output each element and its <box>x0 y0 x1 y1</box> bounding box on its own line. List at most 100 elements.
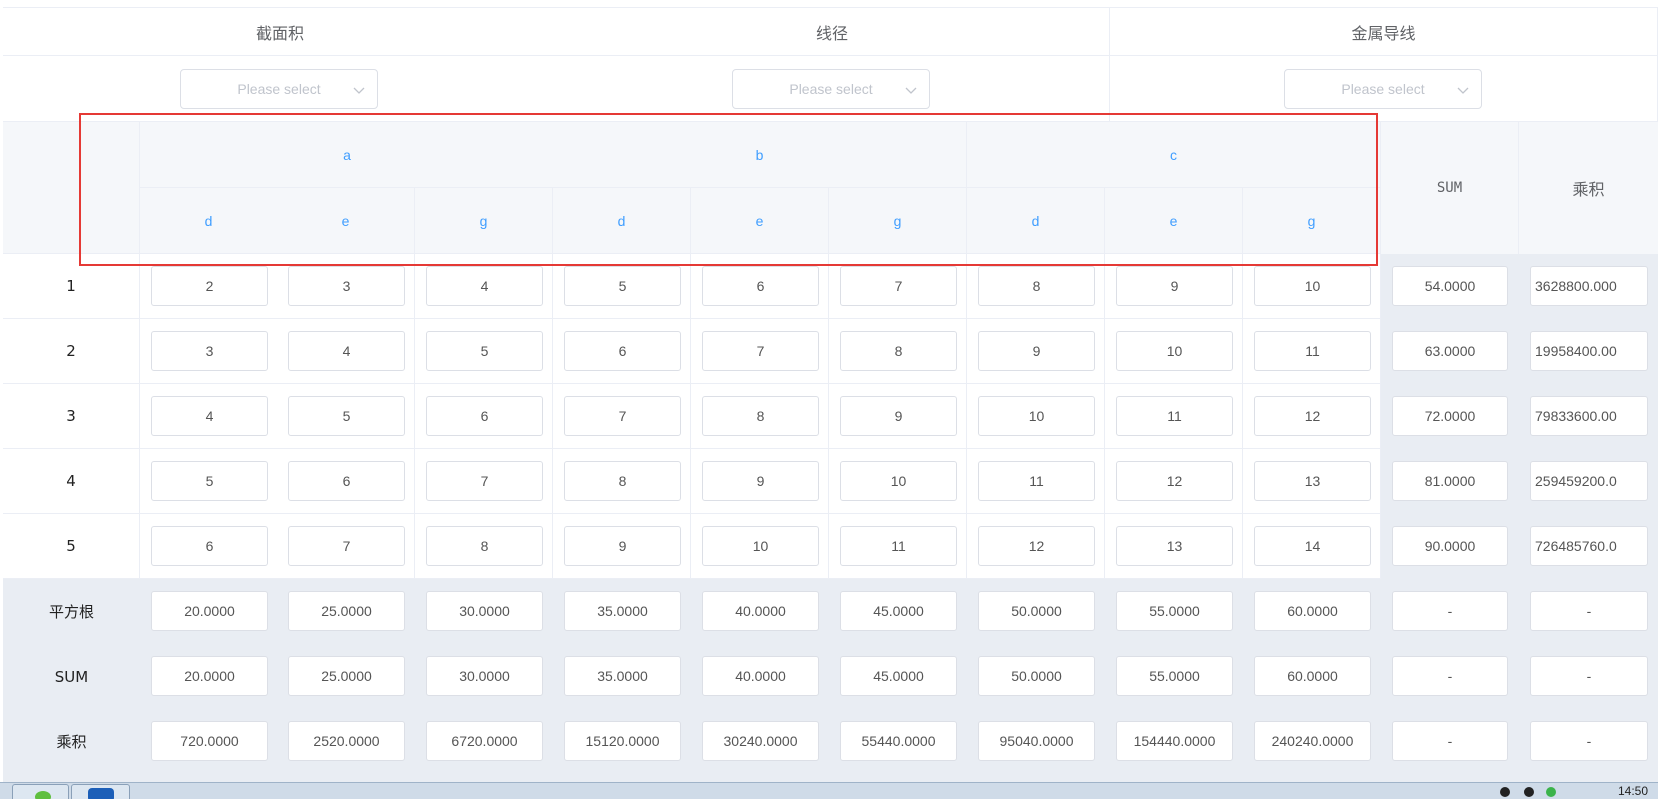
value-input[interactable]: 2 <box>151 266 268 306</box>
row-number: 5 <box>3 514 140 579</box>
summary-value: 40.0000 <box>702 591 819 631</box>
app-icon <box>88 788 114 799</box>
value-input[interactable]: 8 <box>702 396 819 436</box>
value-input[interactable]: 6 <box>151 526 268 566</box>
filter-select[interactable]: Please select <box>180 69 378 109</box>
sub-header: g <box>829 188 967 254</box>
value-input[interactable]: 7 <box>426 461 543 501</box>
product-column-header: 乘积 <box>1519 122 1658 254</box>
row-number: 3 <box>3 384 140 449</box>
sum-column-header: SUM <box>1381 122 1519 254</box>
value-input[interactable]: 7 <box>840 266 957 306</box>
product-value: 79833600.00 <box>1530 396 1648 436</box>
value-input[interactable]: 12 <box>1254 396 1371 436</box>
value-input[interactable]: 12 <box>978 526 1095 566</box>
header-corner <box>3 122 140 254</box>
filter-select[interactable]: Please select <box>1284 69 1482 109</box>
value-input[interactable]: 8 <box>564 461 681 501</box>
value-input[interactable]: 4 <box>426 266 543 306</box>
value-input[interactable]: 9 <box>564 526 681 566</box>
value-input[interactable]: 9 <box>840 396 957 436</box>
sub-header: g <box>415 188 553 254</box>
group-header: b <box>553 122 967 188</box>
summary-value: 25.0000 <box>288 656 405 696</box>
select-placeholder: Please select <box>1341 81 1425 97</box>
value-input[interactable]: 6 <box>426 396 543 436</box>
row-number: 1 <box>3 254 140 319</box>
value-input[interactable]: 11 <box>1254 331 1371 371</box>
value-input[interactable]: 7 <box>564 396 681 436</box>
value-input[interactable]: 4 <box>288 331 405 371</box>
sub-header: d <box>553 188 691 254</box>
group-header: a <box>140 122 555 188</box>
product-value: 3628800.000 <box>1530 266 1648 306</box>
tray-icon-2 <box>1524 787 1534 797</box>
value-input[interactable]: 11 <box>978 461 1095 501</box>
value-input[interactable]: 10 <box>840 461 957 501</box>
row-number: 2 <box>3 319 140 384</box>
value-input[interactable]: 6 <box>702 266 819 306</box>
value-input[interactable]: 3 <box>151 331 268 371</box>
summary-row-label: 平方根 <box>3 579 140 644</box>
value-input[interactable]: 5 <box>151 461 268 501</box>
filter-select[interactable]: Please select <box>732 69 930 109</box>
value-input[interactable]: 10 <box>702 526 819 566</box>
taskbar-app-button[interactable] <box>71 784 130 799</box>
sub-header: e <box>277 188 415 254</box>
wechat-icon <box>35 791 51 799</box>
summary-value: 30240.0000 <box>702 721 819 761</box>
tray-icon-1 <box>1500 787 1510 797</box>
summary-value: 45.0000 <box>840 591 957 631</box>
summary-value: 35.0000 <box>564 591 681 631</box>
value-input[interactable]: 7 <box>702 331 819 371</box>
value-input[interactable]: 6 <box>564 331 681 371</box>
value-input[interactable]: 5 <box>426 331 543 371</box>
summary-value: 154440.0000 <box>1116 721 1233 761</box>
value-input[interactable]: 11 <box>840 526 957 566</box>
value-input[interactable]: 13 <box>1254 461 1371 501</box>
summary-value: 30.0000 <box>426 591 543 631</box>
value-input[interactable]: 9 <box>1116 266 1233 306</box>
value-input[interactable]: 10 <box>1254 266 1371 306</box>
summary-sum-value: - <box>1392 721 1508 761</box>
sum-value: 54.0000 <box>1392 266 1508 306</box>
value-input[interactable]: 3 <box>288 266 405 306</box>
value-input[interactable]: 14 <box>1254 526 1371 566</box>
value-input[interactable]: 7 <box>288 526 405 566</box>
value-input[interactable]: 8 <box>840 331 957 371</box>
summary-value: 20.0000 <box>151 656 268 696</box>
value-input[interactable]: 4 <box>151 396 268 436</box>
sum-value: 90.0000 <box>1392 526 1508 566</box>
summary-value: 30.0000 <box>426 656 543 696</box>
value-input[interactable]: 6 <box>288 461 405 501</box>
summary-product-value: - <box>1530 656 1648 696</box>
value-input[interactable]: 11 <box>1116 396 1233 436</box>
value-input[interactable]: 8 <box>426 526 543 566</box>
summary-value: 40.0000 <box>702 656 819 696</box>
value-input[interactable]: 12 <box>1116 461 1233 501</box>
product-value: 259459200.0 <box>1530 461 1648 501</box>
value-input[interactable]: 8 <box>978 266 1095 306</box>
column-group-title: 截面积 <box>3 8 558 56</box>
value-input[interactable]: 13 <box>1116 526 1233 566</box>
value-input[interactable]: 9 <box>702 461 819 501</box>
select-placeholder: Please select <box>237 81 321 97</box>
summary-value: 240240.0000 <box>1254 721 1371 761</box>
sub-header: d <box>140 188 278 254</box>
value-input[interactable]: 5 <box>288 396 405 436</box>
sub-header: e <box>691 188 829 254</box>
taskbar-wechat-button[interactable] <box>12 784 69 799</box>
value-input[interactable]: 9 <box>978 331 1095 371</box>
summary-value: 25.0000 <box>288 591 405 631</box>
summary-value: 95040.0000 <box>978 721 1095 761</box>
tray-icon-3 <box>1546 787 1556 797</box>
value-input[interactable]: 5 <box>564 266 681 306</box>
summary-product-value: - <box>1530 591 1648 631</box>
value-input[interactable]: 10 <box>1116 331 1233 371</box>
chevron-down-icon <box>903 82 919 98</box>
summary-value: 60.0000 <box>1254 656 1371 696</box>
value-input[interactable]: 10 <box>978 396 1095 436</box>
summary-value: 50.0000 <box>978 591 1095 631</box>
sum-value: 72.0000 <box>1392 396 1508 436</box>
sum-value: 81.0000 <box>1392 461 1508 501</box>
